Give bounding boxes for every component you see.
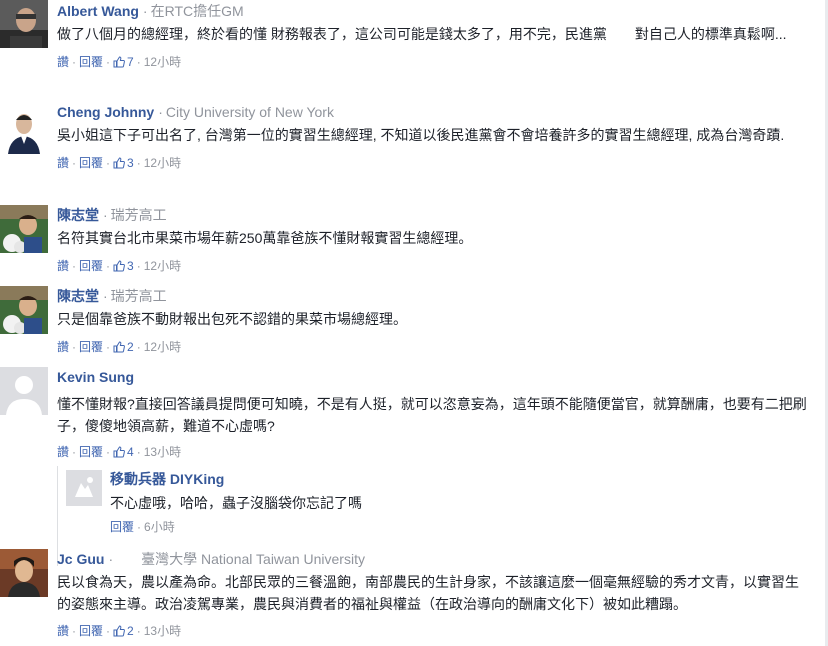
reply-link[interactable]: 回覆 [79, 340, 103, 354]
reply-link[interactable]: 回覆 [79, 156, 103, 170]
commenter-subtitle[interactable]: 臺灣大學 National Taiwan University [141, 551, 365, 567]
commenter-name[interactable]: Albert Wang [57, 3, 139, 19]
commenter-subtitle[interactable]: 在RTC擔任GM [151, 3, 244, 19]
avatar[interactable] [0, 367, 48, 415]
commenter-name[interactable]: Cheng Johnny [57, 104, 154, 120]
reply-link[interactable]: 回覆 [79, 259, 103, 273]
comment-actions: 讚 · 回覆 · 3 · 12小時 [57, 156, 182, 170]
like-link[interactable]: 讚 [57, 259, 69, 273]
comment-actions: 讚 · 回覆 · 3 · 12小時 [57, 259, 182, 273]
commenter-subtitle[interactable]: City University of New York [166, 104, 334, 120]
comment-text: 只是個靠爸族不動財報出包死不認錯的果菜市場總經理。 [57, 311, 407, 327]
timestamp[interactable]: 6小時 [144, 520, 175, 534]
reply-text: 不心虛哦，哈哈，蟲子沒腦袋你忘記了嗎 [110, 495, 362, 511]
like-count[interactable]: 2 [113, 624, 134, 638]
thumbs-up-icon [113, 260, 125, 272]
avatar[interactable] [0, 286, 48, 334]
comment-text: 做了八個月的總經理，終於看的懂 財務報表了，這公司可能是錢太多了，用不完，民進黨… [57, 26, 787, 42]
reply-author-name[interactable]: 移動兵器 DIYKing [110, 471, 224, 487]
reply-link[interactable]: 回覆 [79, 445, 103, 459]
comment-actions: 讚 · 回覆 · 7 · 12小時 [57, 55, 182, 69]
like-count[interactable]: 7 [113, 55, 134, 69]
avatar[interactable] [0, 0, 48, 48]
commenter-name[interactable]: 陳志堂 [57, 207, 99, 223]
separator-dot: · [142, 3, 148, 19]
commenter-subtitle[interactable]: 瑞芳高工 [111, 288, 167, 304]
thumbs-up-icon [113, 56, 125, 68]
timestamp[interactable]: 13小時 [144, 624, 181, 638]
commenter-name[interactable]: Kevin Sung [57, 369, 134, 385]
thumbs-up-icon [113, 157, 125, 169]
reply-actions: 回覆 · 6小時 [110, 520, 175, 534]
like-link[interactable]: 讚 [57, 624, 69, 638]
thumbs-up-icon [113, 625, 125, 637]
like-count[interactable]: 4 [113, 445, 134, 459]
avatar[interactable] [0, 205, 48, 253]
comment-text: 吳小姐這下子可出名了, 台灣第一位的實習生總經理, 不知道以後民進黨會不會培養許… [57, 127, 785, 143]
reply-link[interactable]: 回覆 [79, 624, 103, 638]
timestamp[interactable]: 12小時 [144, 340, 181, 354]
timestamp[interactable]: 12小時 [144, 259, 181, 273]
timestamp[interactable]: 13小時 [144, 445, 181, 459]
comment-text: 名符其實台北市果菜市場年薪250萬靠爸族不懂財報實習生總經理。 [57, 230, 473, 246]
comment-text: 民以食為天，農以產為命。北部民眾的三餐溫飽，南部農民的生計身家，不該讓這麼一個毫… [57, 574, 799, 612]
comment-actions: 讚 · 回覆 · 2 · 13小時 [57, 624, 182, 638]
like-link[interactable]: 讚 [57, 340, 69, 354]
like-count[interactable]: 3 [113, 259, 134, 273]
like-count[interactable]: 3 [113, 156, 134, 170]
comment-actions: 讚 · 回覆 · 4 · 13小時 [57, 445, 182, 459]
thumbs-up-icon [113, 446, 125, 458]
reply-link[interactable]: 回覆 [110, 520, 134, 534]
avatar[interactable] [0, 549, 48, 597]
comment-actions: 讚 · 回覆 · 2 · 12小時 [57, 340, 182, 354]
reply-avatar[interactable] [66, 470, 102, 506]
thumbs-up-icon [113, 341, 125, 353]
commenter-subtitle[interactable]: 瑞芳高工 [111, 207, 167, 223]
timestamp[interactable]: 12小時 [144, 156, 181, 170]
comment-text: 懂不懂財報?直接回答議員提問便可知曉，不是有人挺，就可以恣意妄為，這年頭不能隨便… [57, 396, 807, 434]
commenter-name[interactable]: 陳志堂 [57, 288, 99, 304]
like-link[interactable]: 讚 [57, 445, 69, 459]
timestamp[interactable]: 12小時 [144, 55, 181, 69]
commenter-name[interactable]: Jc Guu [57, 551, 104, 567]
like-count[interactable]: 2 [113, 340, 134, 354]
like-link[interactable]: 讚 [57, 55, 69, 69]
reply-link[interactable]: 回覆 [79, 55, 103, 69]
like-link[interactable]: 讚 [57, 156, 69, 170]
avatar[interactable] [0, 106, 48, 154]
